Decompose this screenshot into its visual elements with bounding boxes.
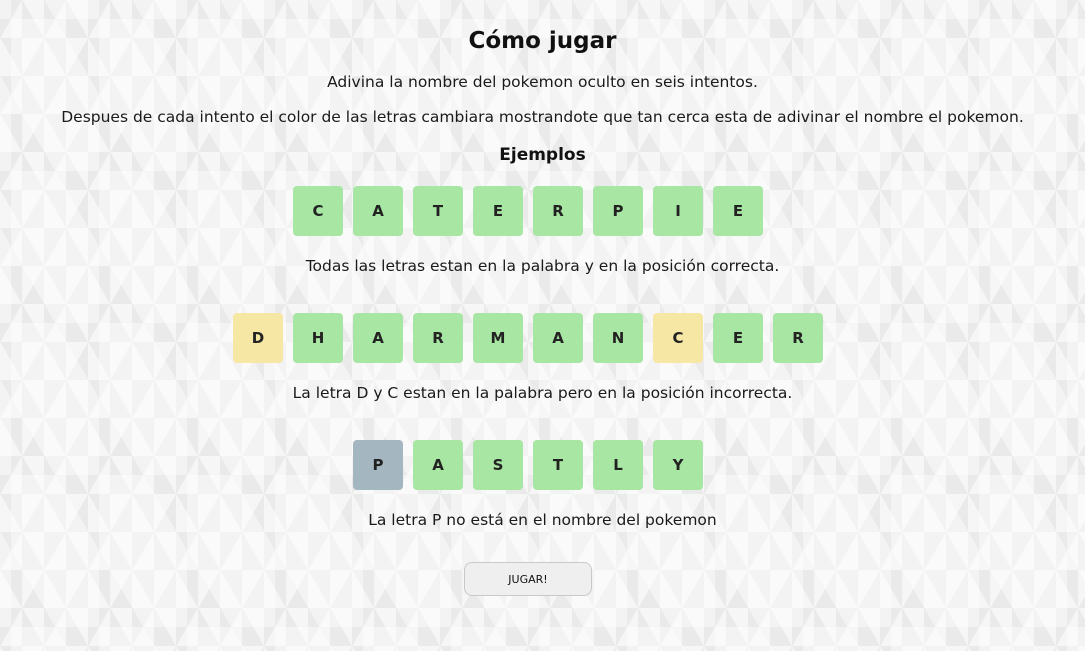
letter-tile: N — [593, 313, 643, 363]
letter-tile: Y — [653, 440, 703, 490]
instruction-text-2: Despues de cada intento el color de las … — [61, 108, 1024, 126]
letter-tile: H — [293, 313, 343, 363]
instruction-text-1: Adivina la nombre del pokemon oculto en … — [327, 73, 758, 91]
letter-tile: I — [653, 186, 703, 236]
letter-tile: A — [413, 440, 463, 490]
letter-tile: T — [413, 186, 463, 236]
play-button[interactable]: JUGAR! — [464, 562, 592, 596]
letter-tile: T — [533, 440, 583, 490]
letter-tile: E — [713, 186, 763, 236]
letter-tile: S — [473, 440, 523, 490]
letter-tile: E — [713, 313, 763, 363]
letter-tile: P — [353, 440, 403, 490]
letter-tile: M — [473, 313, 523, 363]
examples-heading: Ejemplos — [499, 145, 586, 165]
example-row-3: P A S T L Y — [353, 440, 703, 490]
letter-tile: A — [533, 313, 583, 363]
letter-tile: C — [653, 313, 703, 363]
how-to-play-panel: Cómo jugar Adivina la nombre del pokemon… — [0, 0, 1085, 651]
example-row-2: D H A R M A N C E R — [233, 313, 823, 363]
example-caption-3: La letra P no está en el nombre del poke… — [368, 511, 717, 529]
example-row-1: C A T E R P I E — [293, 186, 763, 236]
letter-tile: R — [533, 186, 583, 236]
letter-tile: R — [413, 313, 463, 363]
example-caption-2: La letra D y C estan en la palabra pero … — [292, 384, 793, 402]
letter-tile: P — [593, 186, 643, 236]
letter-tile: D — [233, 313, 283, 363]
letter-tile: C — [293, 186, 343, 236]
letter-tile: E — [473, 186, 523, 236]
letter-tile: L — [593, 440, 643, 490]
page-title: Cómo jugar — [468, 28, 617, 54]
letter-tile: A — [353, 186, 403, 236]
example-caption-1: Todas las letras estan en la palabra y e… — [305, 257, 780, 275]
letter-tile: R — [773, 313, 823, 363]
letter-tile: A — [353, 313, 403, 363]
